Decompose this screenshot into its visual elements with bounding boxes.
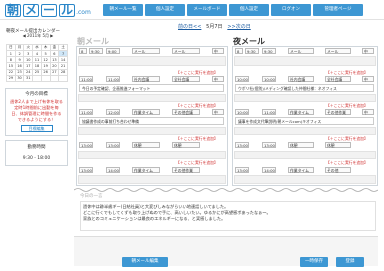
night-row-sep [234, 94, 376, 102]
action-bar: 朝メール編集 一時保存 登録 [74, 236, 378, 267]
nav-logon[interactable]: ログオン [271, 4, 311, 16]
item-cat2[interactable]: その他作業 [325, 109, 351, 115]
night-add-link-4[interactable]: 【＋ここに実行を追加】 [326, 160, 368, 166]
paper-edge [74, 188, 378, 192]
item-cat2[interactable]: その他 [325, 167, 351, 173]
night-row-sep [234, 127, 376, 135]
morning-row-sep [78, 127, 226, 135]
header-divider [0, 19, 384, 20]
item-end[interactable]: 13:00 [106, 142, 120, 148]
item-cat[interactable]: 作業タイム [132, 109, 160, 115]
item-start[interactable]: 11:00 [79, 76, 93, 82]
nav-admin[interactable]: 管理者ページ [313, 4, 363, 16]
item-cat2[interactable]: その他作業 [172, 167, 200, 173]
item-end[interactable]: 12:00 [106, 109, 120, 115]
nav-asamail-list[interactable]: 朝メール一覧 [103, 4, 143, 16]
night-start-select[interactable]: 9:30 [245, 48, 259, 54]
night-cat2-select[interactable]: メール [325, 48, 351, 54]
date-nav: 前の日<< 5月7日 >>次の日 [178, 23, 278, 30]
work-time-box: 勤務時間 9:30 - 18:00 [5, 140, 68, 166]
item-end[interactable]: 10:00 [262, 76, 276, 82]
morning-row-sep [78, 94, 226, 102]
edit-morning-mail-button[interactable]: 朝メール編集 [122, 257, 168, 267]
item-start[interactable]: 13:00 [235, 142, 249, 148]
site-logo[interactable]: 朝メール .com [4, 3, 91, 17]
item-desc-input[interactable]: 議事を作成文代筆説明(朝メールcom)キオフィス [235, 117, 374, 125]
item-cat[interactable]: 作業タイム [288, 167, 314, 173]
item-priority[interactable]: 中 [212, 76, 224, 82]
nav-settings[interactable]: 個人設定 [229, 4, 269, 16]
monthly-goal-box: 今月の目標 週休2人まで上げ有休を取る 定時1時間前に出勤を毎 日、体調管理に時… [5, 88, 68, 136]
item-desc-input[interactable]: 協議書作成の事前打ち合わせ準備 [79, 117, 224, 125]
today-comment-label: 今日の一言 [80, 194, 103, 199]
submit-button[interactable]: 登録 [336, 257, 364, 267]
item-desc-input[interactable]: 今日の予定確認、企画推進フォーマット [79, 84, 224, 92]
today-comment-textarea[interactable]: 過休中は跡半歳ギー(日結社員)と大変びしみながらいい地連話しいてました。 どこに… [80, 201, 376, 231]
night-empty-row [234, 56, 376, 66]
item-priority[interactable]: 中 [362, 109, 374, 115]
item-start[interactable]: 10:00 [235, 76, 249, 82]
item-end[interactable]: 13:00 [262, 142, 276, 148]
morning-add-link-4[interactable]: 【＋ここに実行を追加】 [176, 160, 218, 166]
item-cat2[interactable]: 休憩 [172, 142, 200, 148]
item-start[interactable]: 13:00 [79, 167, 93, 173]
item-cat[interactable]: 社内会議 [288, 76, 314, 82]
nav-mail-board[interactable]: メールボード [187, 4, 227, 16]
night-row-sep [234, 151, 376, 159]
item-cat[interactable]: 作業タイム [132, 167, 160, 173]
nav-personal-settings[interactable]: 個人設定 [145, 4, 185, 16]
work-time-value: 9:30 - 18:00 [22, 156, 51, 161]
temp-save-button[interactable]: 一時保存 [300, 257, 328, 267]
night-priority-select[interactable]: 中 [362, 48, 374, 54]
item-cat2[interactable]: 全社会議 [325, 76, 351, 82]
goal-line: できるようにする！ [17, 117, 56, 122]
night-cat-select[interactable]: メール [288, 48, 314, 54]
morning-start-select[interactable]: 9:30 [89, 48, 103, 54]
prev-month-icon[interactable]: ◀ [23, 33, 26, 38]
next-day-link[interactable]: >>次の日 [227, 24, 250, 30]
night-row-sep [234, 175, 376, 184]
current-date: 5月7日 [206, 24, 223, 30]
morning-row-sep [78, 151, 226, 159]
item-cat2[interactable]: 全社会議 [172, 76, 200, 82]
monthly-goal-title: 今月の目標 [25, 92, 48, 97]
morning-cat2-select[interactable]: メール [172, 48, 200, 54]
item-end[interactable]: 14:00 [262, 167, 276, 173]
morning-end-select[interactable]: 9:00 [106, 48, 120, 54]
morning-empty-row [78, 56, 226, 66]
calendar-grid: 日月火水木金土 1234567 8 9 10 11 12 13 14 15 16 17 18 19 2… [6, 43, 68, 83]
item-end[interactable]: 11:00 [262, 109, 276, 115]
item-start[interactable]: 13:00 [235, 167, 249, 173]
morning-priority-select[interactable]: 中 [212, 48, 224, 54]
prev-day-link[interactable]: 前の日<< [178, 24, 201, 30]
calendar-month: ◀ 2011年 5月 ▶ [22, 33, 54, 38]
item-cat[interactable]: 社内会議 [132, 76, 160, 82]
item-start[interactable]: 10:00 [235, 109, 249, 115]
item-start[interactable]: 13:00 [79, 142, 93, 148]
item-desc-input[interactable]: ウボリ社(個別)/メディング確認した仲間社様：ネオフィス [235, 84, 374, 92]
work-time-title: 勤務時間 [27, 145, 46, 150]
item-cat2[interactable]: 休憩 [325, 142, 351, 148]
item-cat[interactable]: 作業タイム [288, 109, 314, 115]
night-day-select[interactable]: 8 [235, 48, 243, 54]
item-end[interactable]: 14:00 [106, 167, 120, 173]
item-priority[interactable]: 中 [212, 109, 224, 115]
item-end[interactable]: 11:00 [106, 76, 120, 82]
night-end-select[interactable]: 9:30 [262, 48, 276, 54]
next-month-icon[interactable]: ▶ [50, 33, 53, 38]
item-cat[interactable]: 休憩 [132, 142, 160, 148]
morning-cat-select[interactable]: メール [132, 48, 160, 54]
edit-goal-button[interactable]: 目標編集 [20, 125, 53, 132]
item-start[interactable]: 11:00 [79, 109, 93, 115]
item-priority[interactable]: 中 [362, 76, 374, 82]
morning-row-sep [78, 175, 226, 184]
item-cat[interactable]: 休憩 [288, 142, 314, 148]
item-cat2[interactable]: その他会議 [172, 109, 200, 115]
morning-day-select[interactable]: 8 [79, 48, 87, 54]
